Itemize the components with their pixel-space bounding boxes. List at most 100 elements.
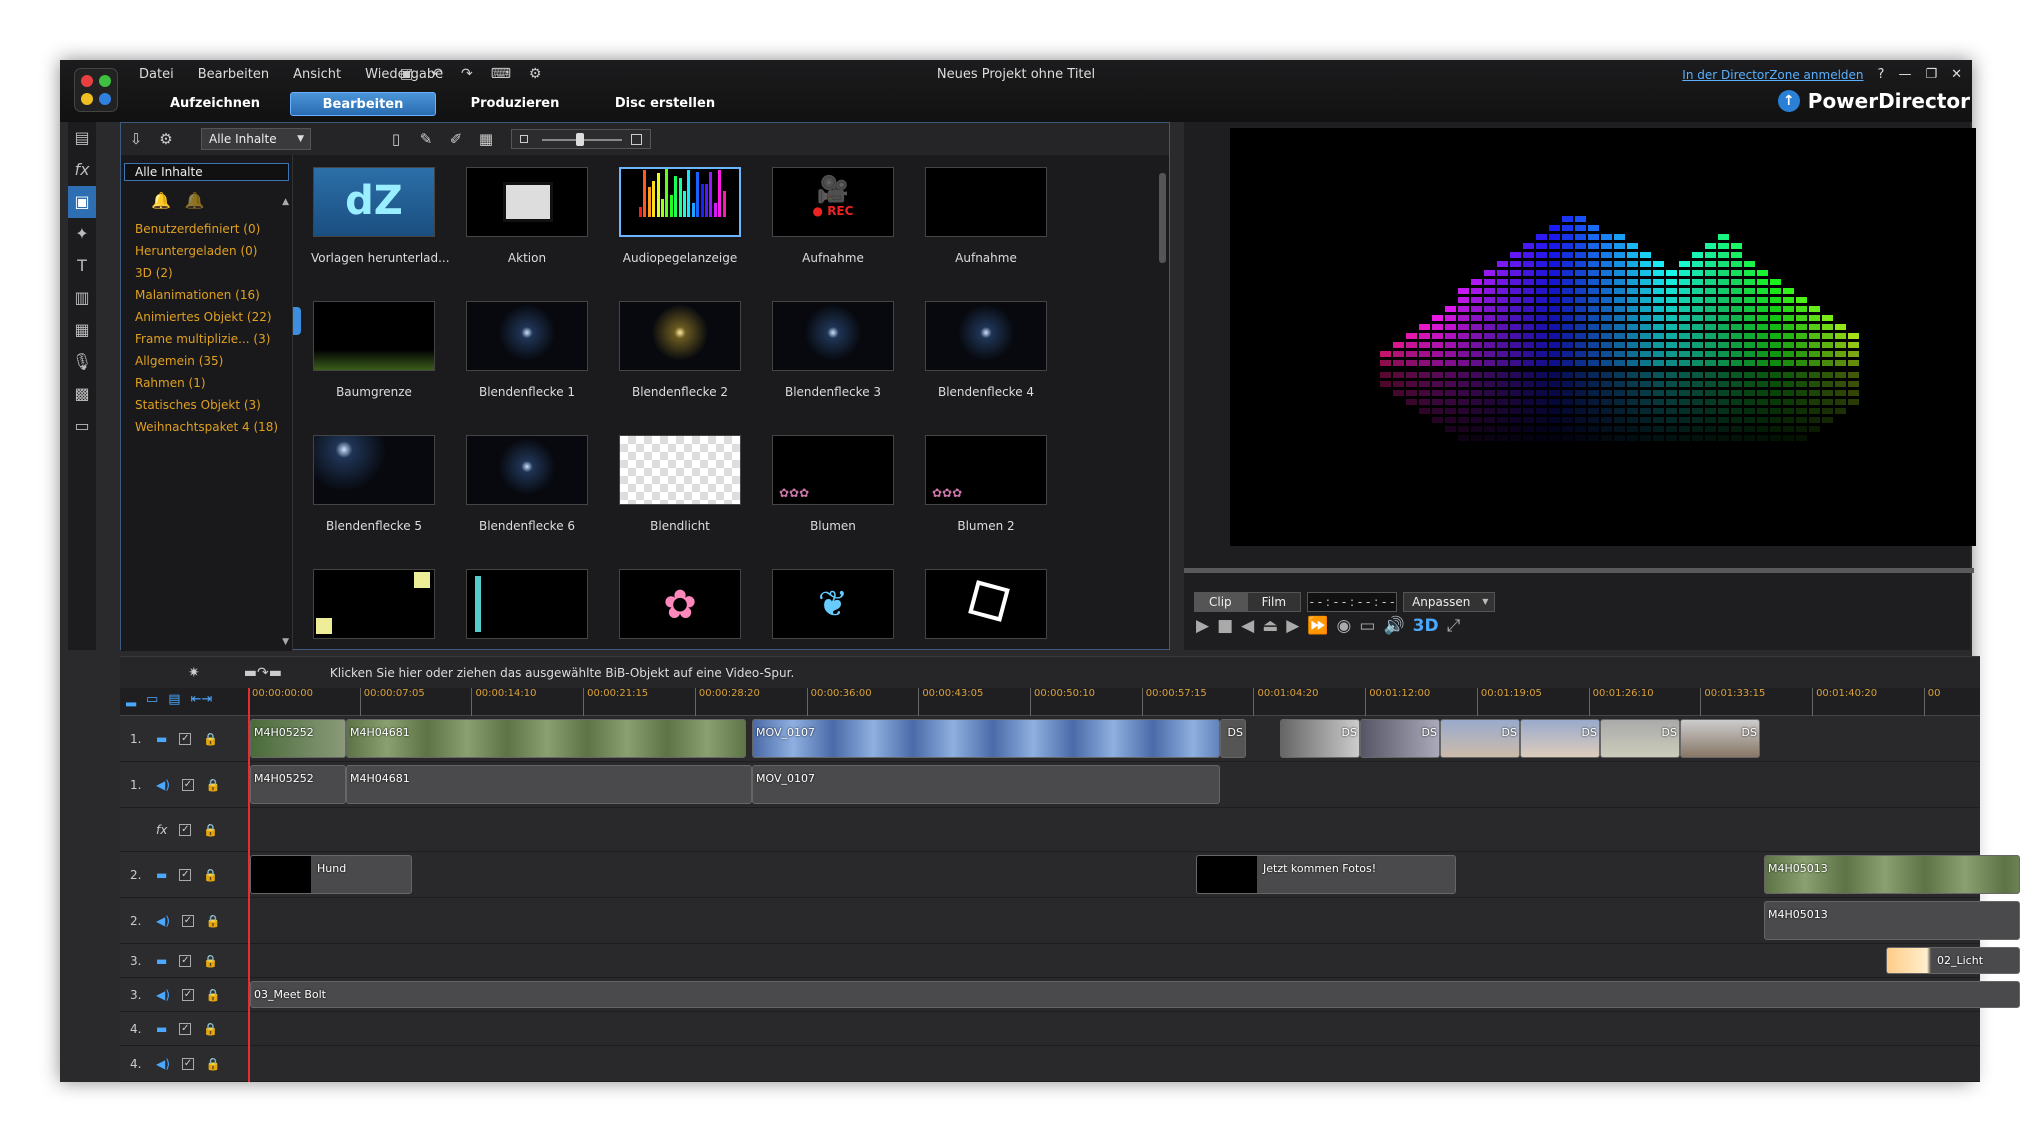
pip-room-icon[interactable]: ▣	[68, 186, 96, 218]
fx-room-icon[interactable]: fx	[68, 154, 96, 186]
fit-timeline-icon[interactable]: ⇤⇥	[191, 692, 213, 707]
category-item[interactable]: Heruntergeladen (0)	[135, 240, 292, 262]
library-item[interactable]: ✿	[617, 569, 743, 647]
timeline-track[interactable]: fx ✓ 🔒	[120, 808, 1980, 852]
timeline-clip[interactable]: M4H05252	[250, 765, 346, 804]
tab-disc-erstellen[interactable]: Disc erstellen	[590, 92, 740, 116]
directorzone-login-link[interactable]: In der DirectorZone anmelden	[1682, 64, 1863, 86]
library-item[interactable]	[923, 569, 1049, 647]
scroll-up-icon[interactable]: ▲	[282, 197, 289, 207]
timeline-ruler[interactable]: ▂ ▭ ▤ ⇤⇥ 00:00:00:00 00:00:07:05 00:00:14:10 0…	[120, 688, 1980, 716]
timeline-track[interactable]: 1. ◀) ✓ 🔒 M4H05252 M4H04681 MOV_0107	[120, 762, 1980, 808]
timeline-track[interactable]: 1. ▬ ✓ 🔒 M4H05252 M4H04681 MOV_0107 DS DS DS DS DS D…	[120, 716, 1980, 762]
pip-designer-icon[interactable]: ✎	[411, 130, 441, 148]
track-enable-checkbox[interactable]: ✓	[181, 988, 194, 1001]
particle-room-icon[interactable]: ✦	[68, 218, 96, 250]
tab-aufzeichnen[interactable]: Aufzeichnen	[140, 92, 290, 116]
library-item[interactable]: Blendenflecke 1	[464, 301, 590, 399]
track-enable-checkbox[interactable]: ✓	[181, 914, 194, 927]
fullscreen-icon[interactable]: ⤢	[1447, 616, 1461, 636]
library-item[interactable]: Aufnahme	[923, 167, 1049, 265]
track-view-icon[interactable]: ▤	[168, 692, 180, 707]
grid-view-icon[interactable]: ▦	[471, 130, 501, 148]
timeline-clip[interactable]: M4H05013	[1764, 901, 2020, 940]
library-item[interactable]: Blendenflecke 3	[770, 301, 896, 399]
next-frame-icon[interactable]: ▶	[1286, 616, 1299, 636]
lock-icon[interactable]: 🔒	[206, 914, 221, 928]
category-search[interactable]: Alle Inhalte	[124, 163, 289, 181]
timeline-clip[interactable]: DS	[1600, 719, 1680, 758]
new-pip-icon[interactable]: ▯	[381, 130, 411, 148]
timeline-clip[interactable]: Jetzt kommen Fotos!	[1196, 855, 1456, 894]
import-icon[interactable]: ⇩	[121, 130, 151, 148]
lock-icon[interactable]: 🔒	[203, 823, 218, 837]
category-item[interactable]: Malanimationen (16)	[135, 284, 292, 306]
tab-bearbeiten[interactable]: Bearbeiten	[290, 92, 436, 116]
timeline-clip[interactable]: DS	[1360, 719, 1440, 758]
library-item[interactable]: Blendenflecke 2	[617, 301, 743, 399]
track-manager-icon[interactable]: ▬↷▬	[244, 665, 282, 681]
timeline-clip[interactable]: MOV_0107	[752, 719, 1220, 758]
remove-tag-icon[interactable]: 🔔	[185, 191, 205, 210]
track-enable-checkbox[interactable]: ✓	[181, 1057, 194, 1070]
timeline-view-icon[interactable]: ▂	[126, 692, 136, 707]
help-icon[interactable]: ?	[1878, 64, 1885, 86]
library-item[interactable]: Aktion	[464, 167, 590, 265]
library-item[interactable]: ❦	[770, 569, 896, 647]
timeline-track[interactable]: 3. ◀) ✓ 🔒 03_Meet Bolt	[120, 978, 2020, 1012]
category-item[interactable]: 3D (2)	[135, 262, 292, 284]
fast-forward-icon[interactable]: ⏩	[1307, 616, 1328, 636]
library-item[interactable]: Blendenflecke 4	[923, 301, 1049, 399]
content-filter-dropdown[interactable]: Alle Inhalte	[201, 128, 311, 150]
title-room-icon[interactable]: T	[68, 250, 96, 282]
add-tag-icon[interactable]: 🔔	[151, 191, 171, 210]
media-room-icon[interactable]: ▤	[68, 122, 96, 154]
timeline-clip[interactable]: 02_Licht	[1886, 947, 2020, 974]
subtitle-room-icon[interactable]: ▭	[68, 410, 96, 442]
timeline-clip[interactable]: DS	[1440, 719, 1520, 758]
timeline-clip[interactable]: M4H05013	[1764, 855, 2020, 894]
close-icon[interactable]: ✕	[1951, 64, 1962, 86]
fit-dropdown[interactable]: Anpassen	[1403, 592, 1496, 612]
library-item[interactable]: ✿✿✿ Blumen	[770, 435, 896, 533]
timeline-track[interactable]: 3. ▬ ✓ 🔒 02_Licht	[120, 944, 2020, 978]
category-item[interactable]: Frame multiplizie... (3)	[135, 328, 292, 350]
timeline-clip[interactable]: DS	[1280, 719, 1360, 758]
timecode-field[interactable]: - - : - - : - - : - -	[1307, 592, 1398, 612]
timeline-clip[interactable]: DS	[1220, 719, 1246, 758]
track-enable-checkbox[interactable]: ✓	[179, 823, 192, 836]
lock-icon[interactable]: 🔒	[203, 1022, 218, 1036]
undock-icon[interactable]: ▭	[1359, 616, 1375, 636]
category-item[interactable]: Weihnachtspaket 4 (18)	[135, 416, 292, 438]
upgrade-icon[interactable]: ↑	[1777, 90, 1800, 112]
lock-icon[interactable]: 🔒	[203, 732, 218, 746]
library-item[interactable]: dZ Vorlagen herunterlad...	[311, 167, 450, 265]
volume-icon[interactable]: 🔊	[1383, 616, 1404, 636]
timeline-track[interactable]: 4. ◀) ✓ 🔒	[120, 1046, 1980, 1082]
timeline-track[interactable]: 2. ▬ ✓ 🔒 Hund Jetzt kommen Fotos! M4H05013	[120, 852, 2020, 898]
minimize-icon[interactable]: —	[1898, 64, 1911, 86]
track-enable-checkbox[interactable]: ✓	[181, 778, 194, 791]
track-enable-checkbox[interactable]: ✓	[179, 868, 192, 881]
thumbnail-size-slider[interactable]	[511, 129, 651, 149]
audio-mix-room-icon[interactable]: ▦	[68, 314, 96, 346]
track-enable-checkbox[interactable]: ✓	[179, 1022, 192, 1035]
split-icon[interactable]: ⏏	[1262, 616, 1278, 636]
film-mode-button[interactable]: Film	[1246, 592, 1302, 612]
library-item[interactable]: Audiopegelanzeige	[617, 167, 743, 265]
track-enable-checkbox[interactable]: ✓	[179, 732, 192, 745]
transition-room-icon[interactable]: ▥	[68, 282, 96, 314]
track-enable-checkbox[interactable]: ✓	[179, 954, 192, 967]
category-item[interactable]: Animiertes Objekt (22)	[135, 306, 292, 328]
lock-icon[interactable]: 🔒	[206, 1057, 221, 1071]
timeline-clip[interactable]: DS	[1520, 719, 1600, 758]
timeline-clip[interactable]: MOV_0107	[752, 765, 1220, 804]
collapse-tree-button[interactable]	[293, 307, 301, 335]
stop-icon[interactable]: ■	[1217, 616, 1233, 636]
library-item[interactable]: Blendenflecke 6	[464, 435, 590, 533]
timeline-clip[interactable]: Hund	[250, 855, 412, 894]
category-item[interactable]: Rahmen (1)	[135, 372, 292, 394]
timeline-track[interactable]: 2. ◀) ✓ 🔒 M4H05013	[120, 898, 2020, 944]
lock-icon[interactable]: 🔒	[203, 954, 218, 968]
tab-produzieren[interactable]: Produzieren	[440, 92, 590, 116]
